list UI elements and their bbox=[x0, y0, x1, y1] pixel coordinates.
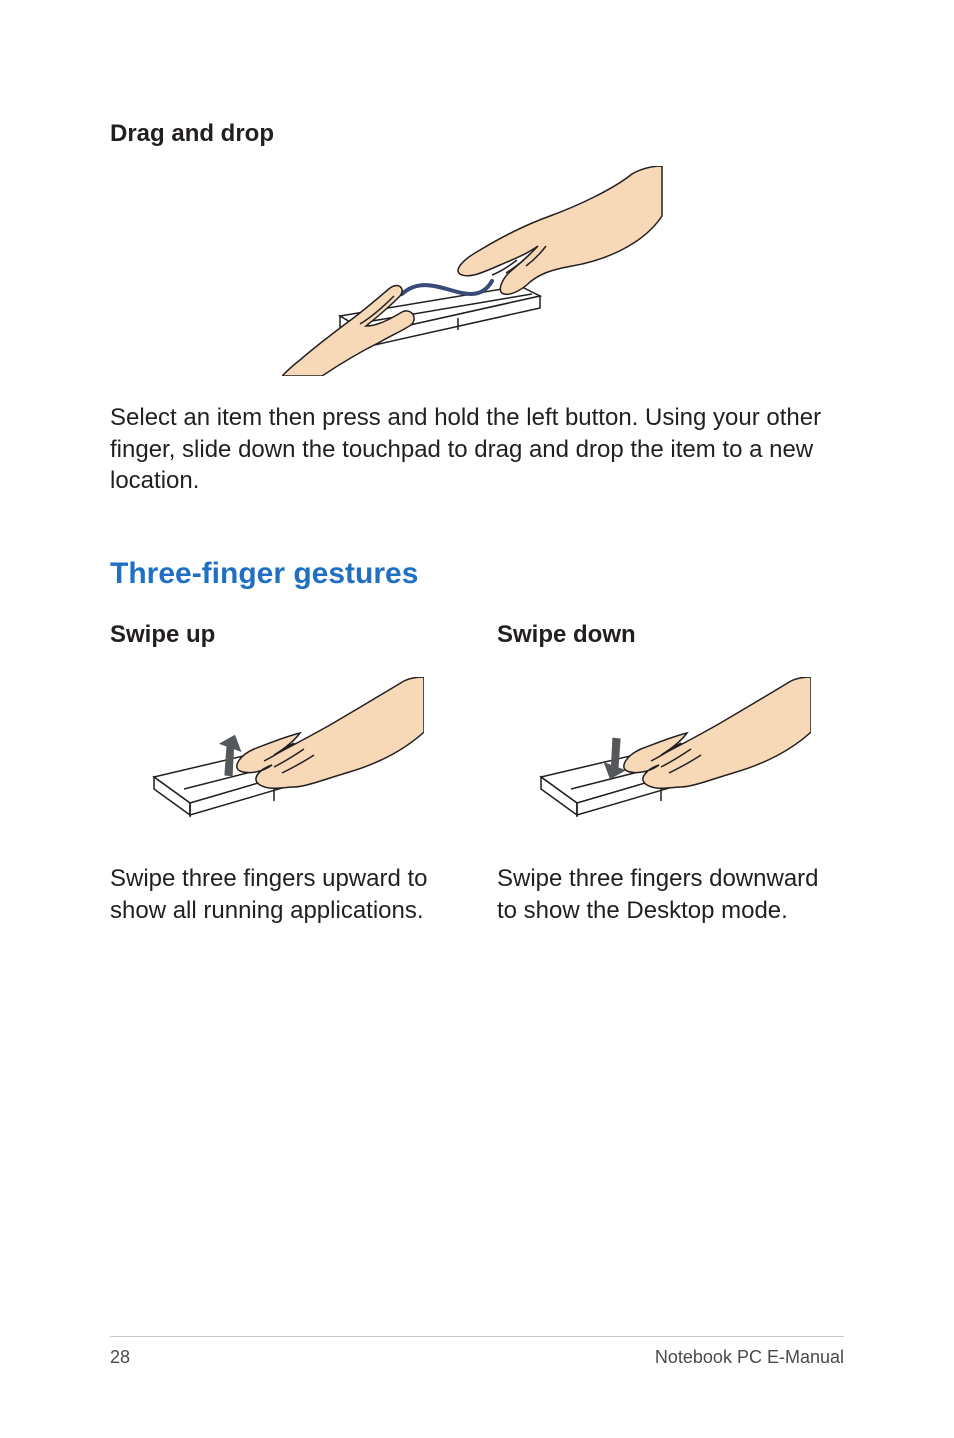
swipe-up-heading: Swipe up bbox=[110, 621, 457, 649]
page-number: 28 bbox=[110, 1347, 130, 1368]
drag-and-drop-illustration bbox=[110, 166, 844, 376]
swipe-down-heading: Swipe down bbox=[497, 621, 844, 649]
drag-and-drop-heading: Drag and drop bbox=[110, 120, 844, 148]
swipe-up-illustration bbox=[110, 677, 457, 837]
swipe-up-description: Swipe three fingers upward to show all r… bbox=[110, 863, 457, 926]
footer-label: Notebook PC E-Manual bbox=[655, 1347, 844, 1368]
swipe-down-description: Swipe three fingers downward to show the… bbox=[497, 863, 844, 926]
drag-and-drop-description: Select an item then press and hold the l… bbox=[110, 402, 844, 497]
swipe-down-illustration bbox=[497, 677, 844, 837]
three-finger-gestures-heading: Three-finger gestures bbox=[110, 557, 844, 591]
